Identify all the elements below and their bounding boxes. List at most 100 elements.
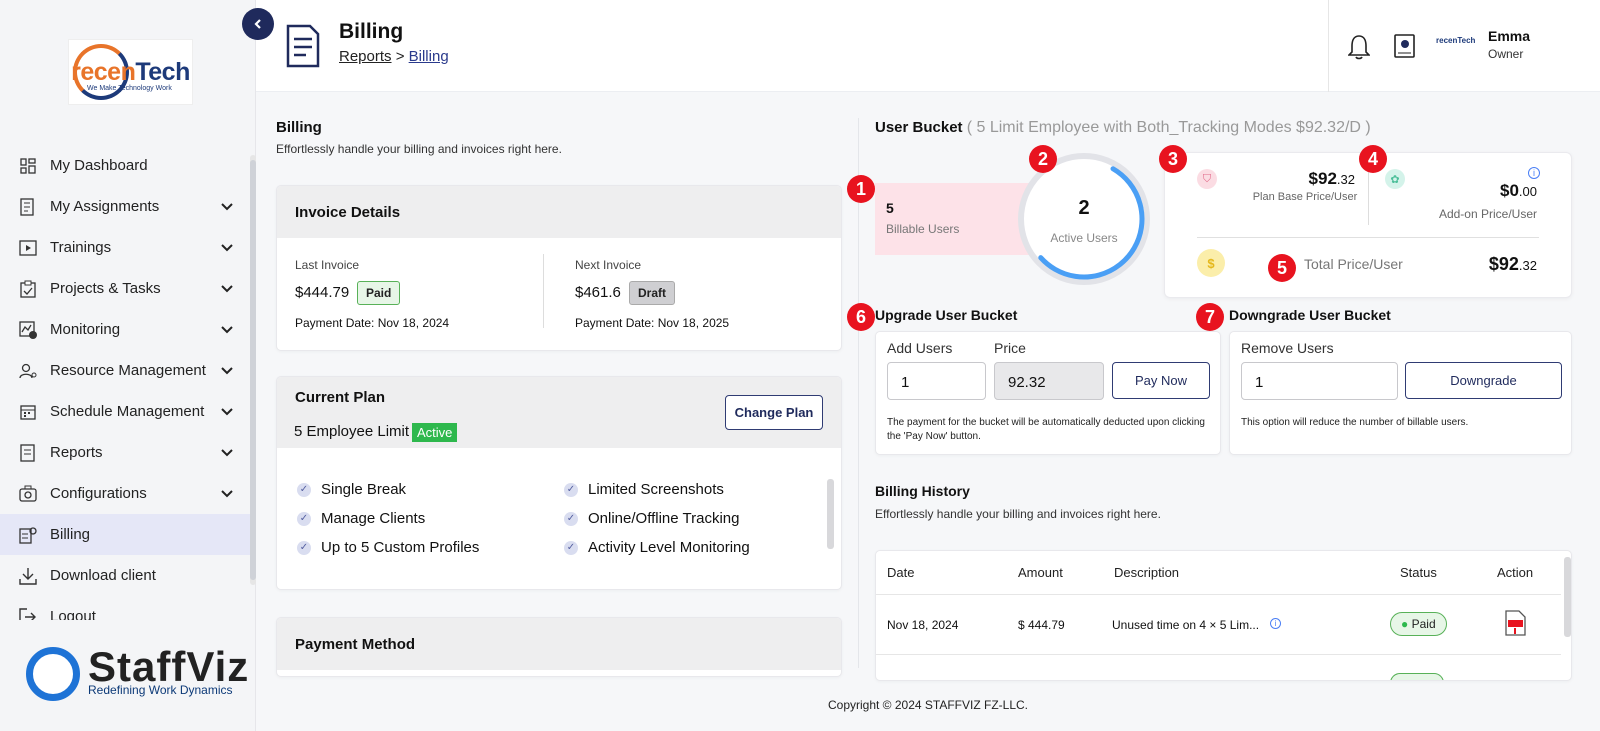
avatar[interactable]: recenTech — [1436, 36, 1475, 45]
bell-icon[interactable] — [1348, 34, 1370, 60]
status-badge: Active — [412, 423, 458, 442]
report-icon — [18, 443, 38, 463]
next-invoice-date: Payment Date: Nov 18, 2025 — [575, 316, 730, 330]
chevron-down-icon — [221, 244, 233, 252]
add-users-input[interactable]: 1 — [887, 362, 986, 400]
coin-icon: $ — [1197, 249, 1225, 277]
check-icon: ✓ — [564, 482, 578, 497]
current-plan-title: Current Plan — [295, 389, 386, 406]
change-plan-button[interactable]: Change Plan — [725, 395, 823, 430]
column-header[interactable]: Status — [1400, 565, 1437, 580]
features-scrollbar[interactable] — [827, 479, 834, 549]
sidebar-item-billing[interactable]: Billing — [0, 514, 250, 555]
assignments-icon — [18, 197, 38, 217]
total-price: $92.32 — [1488, 254, 1537, 274]
billing-history-title: Billing History — [875, 483, 970, 499]
sidebar-item-label: Reports — [50, 444, 103, 461]
user-bucket-heading: User Bucket ( 5 Limit Employee with Both… — [875, 119, 1371, 137]
upgrade-title: Upgrade User Bucket — [875, 307, 1018, 323]
chevron-down-icon — [221, 203, 233, 211]
marker-5: 5 — [1268, 254, 1296, 282]
invoice-details-card: Invoice Details Last Invoice $444.79 Pai… — [276, 185, 842, 351]
sidebar-item-logout[interactable]: Logout — [0, 596, 250, 620]
sidebar-item-my-dashboard[interactable]: My Dashboard — [0, 145, 250, 186]
check-icon: ✓ — [297, 482, 311, 497]
sidebar-item-label: Trainings — [50, 239, 112, 256]
addon-price: $0.00 — [1500, 181, 1537, 200]
sidebar-item-label: Configurations — [50, 485, 147, 502]
sidebar-item-projects-tasks[interactable]: Projects & Tasks — [0, 268, 250, 309]
sidebar-item-label: Billing — [50, 526, 91, 543]
sidebar-scrollbar-thumb[interactable] — [250, 160, 256, 580]
column-header[interactable]: Description — [1114, 565, 1179, 580]
downgrade-button[interactable]: Downgrade — [1405, 362, 1562, 399]
table-scrollbar[interactable] — [1564, 557, 1571, 637]
chevron-down-icon — [221, 408, 233, 416]
sidebar-item-trainings[interactable]: Trainings — [0, 227, 250, 268]
add-users-label: Add Users — [887, 340, 953, 356]
column-header[interactable]: Date — [887, 565, 914, 580]
billable-count: 5 — [886, 200, 894, 216]
play-icon — [18, 238, 38, 258]
logout-icon — [18, 607, 38, 620]
base-price: $92.32 — [1308, 169, 1355, 188]
download-icon — [18, 566, 38, 586]
check-icon: ✓ — [297, 511, 311, 526]
collapse-sidebar-button[interactable] — [242, 8, 274, 40]
price-label: Price — [994, 340, 1026, 356]
status-badge: ● Paid — [1390, 612, 1447, 636]
sidebar-item-reports[interactable]: Reports — [0, 432, 250, 473]
sidebar-item-label: Resource Management — [50, 362, 206, 379]
user-name[interactable]: Emma — [1488, 28, 1530, 44]
manual-icon[interactable] — [1394, 34, 1416, 58]
total-divider — [1197, 237, 1539, 238]
downgrade-note: This option will reduce the number of bi… — [1241, 417, 1469, 428]
sidebar: recenTech We Make Technology Work My Das… — [0, 0, 256, 731]
payment-method-title: Payment Method — [277, 618, 841, 670]
pay-now-button[interactable]: Pay Now — [1112, 362, 1210, 399]
sidebar-item-configurations[interactable]: Configurations — [0, 473, 250, 514]
marker-6: 6 — [847, 303, 875, 331]
config-icon — [18, 484, 38, 504]
sidebar-item-monitoring[interactable]: Monitoring — [0, 309, 250, 350]
addon-price-label: Add-on Price/User — [1438, 207, 1537, 221]
sidebar-item-schedule-management[interactable]: Schedule Management — [0, 391, 250, 432]
last-invoice-date: Payment Date: Nov 18, 2024 — [295, 316, 450, 330]
page-header: Billing Reports > Billing recenTech Emma… — [256, 0, 1600, 92]
sidebar-item-my-assignments[interactable]: My Assignments — [0, 186, 250, 227]
billing-history-table: Date Amount Description Status Action No… — [875, 550, 1572, 681]
billing-icon — [18, 525, 38, 545]
price-card: ⛉ $92.32 Plan Base Price/User ✿ i $0.00 … — [1164, 152, 1572, 298]
user-role: Owner — [1488, 47, 1524, 61]
sidebar-item-resource-management[interactable]: Resource Management — [0, 350, 250, 391]
upgrade-card: Add Users Price 1 92.32 Pay Now The paym… — [875, 331, 1221, 455]
copyright: Copyright © 2024 STAFFVIZ FZ-LLC. — [827, 698, 1028, 712]
current-plan-card: Current Plan 5 Employee Limit Active Cha… — [276, 376, 842, 590]
sidebar-item-download-client[interactable]: Download client — [0, 555, 250, 596]
breadcrumb-billing[interactable]: Billing — [409, 48, 449, 65]
column-header[interactable]: Action — [1497, 565, 1533, 580]
info-icon[interactable]: i — [1270, 618, 1281, 629]
feature-item: ✓ Online/Offline Tracking — [564, 510, 739, 527]
breadcrumb-reports[interactable]: Reports — [339, 48, 392, 65]
sidebar-item-label: My Dashboard — [50, 157, 148, 174]
addon-icon: ✿ — [1385, 169, 1405, 189]
marker-2: 2 — [1029, 145, 1057, 173]
info-icon[interactable]: i — [1528, 167, 1540, 179]
check-icon: ✓ — [297, 540, 311, 555]
chevron-left-icon — [254, 19, 261, 29]
pdf-icon[interactable] — [1504, 610, 1526, 636]
row-description: Unused time on 4 × 5 Lim... — [1112, 618, 1260, 632]
active-label: Active Users — [1050, 231, 1118, 245]
header-divider — [1328, 0, 1329, 92]
row-amount: $ 444.79 — [1018, 618, 1065, 632]
row-divider — [876, 654, 1561, 655]
breadcrumb-separator: > — [395, 48, 409, 65]
sidebar-item-label: My Assignments — [50, 198, 160, 215]
active-users-ring: 2 Active Users — [1018, 153, 1150, 285]
remove-users-input[interactable]: 1 — [1241, 362, 1398, 400]
page-title: Billing — [339, 20, 404, 43]
column-header[interactable]: Amount — [1018, 565, 1063, 580]
feature-item: ✓ Limited Screenshots — [564, 481, 724, 498]
downgrade-title: Downgrade User Bucket — [1229, 307, 1391, 323]
